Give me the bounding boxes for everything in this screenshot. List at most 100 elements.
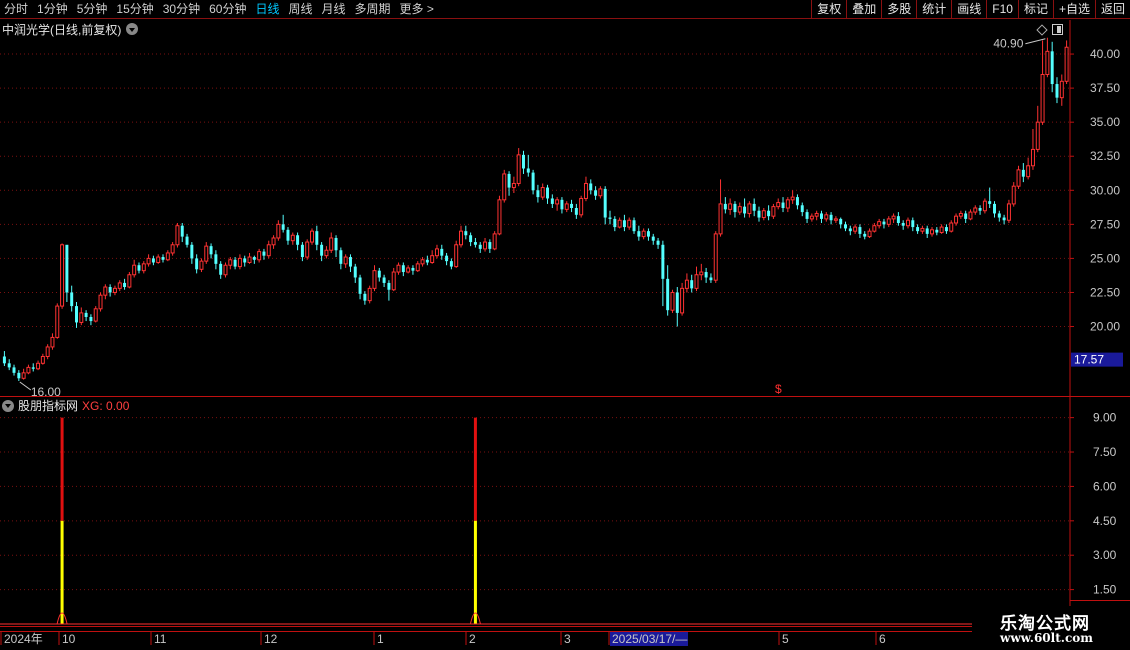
candle-body xyxy=(785,199,790,209)
candle xyxy=(415,261,420,273)
candle xyxy=(219,261,223,279)
candle xyxy=(372,265,377,292)
candle xyxy=(516,148,521,187)
candle-body xyxy=(853,226,858,232)
candle-body xyxy=(1002,217,1006,221)
candle-body xyxy=(469,235,473,243)
candle xyxy=(555,197,560,211)
candle-body xyxy=(546,187,550,199)
candle xyxy=(228,257,233,270)
candle xyxy=(767,205,771,221)
candle-body xyxy=(329,237,334,251)
price-tick-label: 27.50 xyxy=(1090,217,1120,231)
candle-body xyxy=(497,199,502,235)
candle-body xyxy=(646,231,650,237)
candle-body xyxy=(944,227,948,232)
candle-body xyxy=(993,203,996,214)
candle-body xyxy=(872,225,877,232)
candle xyxy=(112,285,117,296)
candle xyxy=(546,184,550,204)
candle xyxy=(146,254,151,267)
candle-body xyxy=(127,274,132,288)
candle xyxy=(882,218,886,229)
candle xyxy=(858,224,862,238)
date-label: 2 xyxy=(469,632,476,646)
candle xyxy=(252,255,256,264)
candle-body xyxy=(204,245,209,262)
candle xyxy=(290,232,295,245)
candle-body xyxy=(1006,203,1011,221)
candle-body xyxy=(40,355,45,364)
candle xyxy=(781,197,785,213)
candle xyxy=(271,235,276,249)
candle xyxy=(223,262,228,278)
candle-body xyxy=(305,241,310,258)
candle-body xyxy=(257,251,262,261)
candle-body xyxy=(767,210,771,217)
candle xyxy=(930,227,935,237)
candle xyxy=(449,258,453,270)
candle xyxy=(180,222,184,243)
candle xyxy=(185,233,189,248)
candle xyxy=(632,217,636,234)
candle xyxy=(949,220,954,233)
high-price-label: 40.90 xyxy=(993,37,1023,51)
spike-red xyxy=(473,417,477,521)
candle-body xyxy=(531,172,535,191)
candle xyxy=(964,210,968,223)
candle xyxy=(690,274,694,293)
candle xyxy=(594,186,598,200)
candle xyxy=(286,227,290,245)
candle-body xyxy=(17,372,21,379)
candle-body xyxy=(886,218,891,225)
candle-body xyxy=(262,251,266,256)
candle-body xyxy=(434,248,439,257)
candle xyxy=(276,220,281,241)
candle-body xyxy=(978,208,982,211)
candle-body xyxy=(281,224,285,230)
candle xyxy=(21,368,26,380)
candle-body xyxy=(930,229,935,235)
candle-body xyxy=(656,240,660,245)
candle xyxy=(324,246,329,259)
candle-body xyxy=(195,258,199,270)
candle-body xyxy=(877,221,882,227)
candle-body xyxy=(526,168,530,173)
price-tick-label: 20.00 xyxy=(1090,320,1120,334)
candle-body xyxy=(564,203,569,210)
candle xyxy=(583,176,588,202)
candle xyxy=(761,208,766,221)
candle xyxy=(1006,199,1011,223)
candle-body xyxy=(45,346,50,357)
candle-body xyxy=(752,203,756,211)
candle xyxy=(348,254,352,273)
candle-body xyxy=(1035,121,1040,150)
candle-body xyxy=(589,183,593,191)
candle xyxy=(824,212,829,222)
price-tick-label: 22.50 xyxy=(1090,285,1120,299)
chevron-down-icon[interactable] xyxy=(2,399,14,412)
candle xyxy=(483,237,488,252)
candle-body xyxy=(1059,80,1064,99)
indicator-tick-label: 6.00 xyxy=(1093,479,1117,493)
candle-body xyxy=(699,271,704,276)
candle-body xyxy=(343,256,348,265)
candle xyxy=(492,231,497,251)
candle-body xyxy=(382,277,386,283)
candle xyxy=(891,213,896,223)
candle xyxy=(60,243,65,309)
candle xyxy=(12,364,16,376)
candle xyxy=(785,197,790,213)
candle-body xyxy=(675,292,679,313)
candle xyxy=(26,364,31,375)
candle xyxy=(713,231,718,283)
candle-body xyxy=(2,356,6,364)
candle xyxy=(613,216,617,232)
candle xyxy=(488,239,492,253)
candle-body xyxy=(185,236,189,245)
candle-body xyxy=(723,203,727,210)
candle xyxy=(237,254,242,270)
candle-body xyxy=(473,242,477,245)
candle-body xyxy=(684,279,689,289)
candle-body xyxy=(415,263,420,272)
